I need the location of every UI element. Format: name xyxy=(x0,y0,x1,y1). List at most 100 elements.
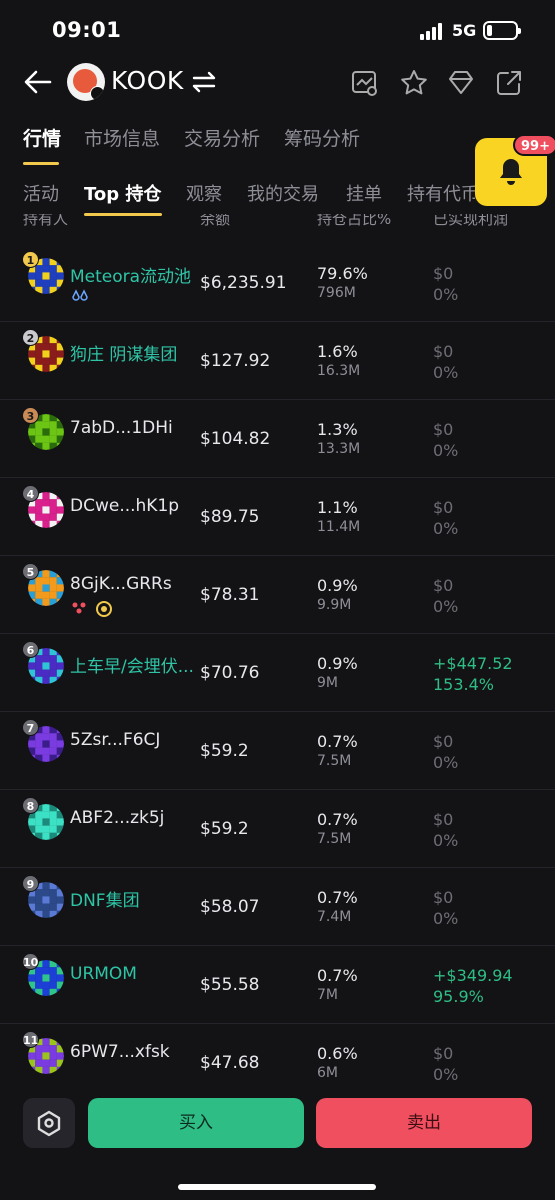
insider-group-icon xyxy=(72,601,112,617)
diamond-icon[interactable] xyxy=(446,68,476,98)
rank-badge: 11 xyxy=(22,1031,39,1048)
realized-profit-pct: 153.4% xyxy=(433,675,495,694)
tab-holding-tokens[interactable]: 持有代币 xyxy=(407,180,475,206)
buy-button[interactable]: 买入 xyxy=(88,1098,304,1148)
holder-name[interactable]: DCwe...hK1p xyxy=(70,496,200,516)
holder-row[interactable]: 8 ABF2...zk5j $59.2 0.7% 7.5M $0 0% xyxy=(0,790,555,868)
realized-profit: $0 xyxy=(433,1044,454,1063)
holder-token-amount: 7.5M xyxy=(317,831,352,847)
holder-share-pct: 0.7% xyxy=(317,966,358,985)
swap-icon[interactable] xyxy=(190,68,218,96)
rank-badge: 9 xyxy=(22,875,39,892)
tab-my-trades[interactable]: 我的交易 xyxy=(247,180,319,206)
hexagon-settings-icon xyxy=(37,1110,61,1137)
rank-badge: 3 xyxy=(22,407,39,424)
realized-profit-pct: 0% xyxy=(433,753,459,772)
realized-profit: +$349.94 xyxy=(433,966,513,985)
holder-name[interactable]: 6PW7...xfsk xyxy=(70,1042,200,1062)
realized-profit-pct: 0% xyxy=(433,519,459,538)
tab-chip-analysis[interactable]: 筹码分析 xyxy=(284,124,360,151)
realized-profit: $0 xyxy=(433,810,454,829)
holder-name[interactable]: 狗庄 阴谋集团 xyxy=(70,340,200,365)
holder-token-amount: 7.4M xyxy=(317,909,352,925)
holder-name[interactable]: 8GjK...GRRs xyxy=(70,574,200,594)
holder-balance: $47.68 xyxy=(200,1053,260,1073)
realized-profit: $0 xyxy=(433,888,454,907)
rank-badge: 8 xyxy=(22,797,39,814)
tab-orders[interactable]: 挂单 xyxy=(346,180,382,206)
holder-name[interactable]: ABF2...zk5j xyxy=(70,808,200,828)
realized-profit: $0 xyxy=(433,342,454,361)
tab-market[interactable]: 行情 xyxy=(23,124,61,151)
main-tab-indicator xyxy=(23,162,59,165)
holder-balance: $59.2 xyxy=(200,819,249,839)
tab-top-holders[interactable]: Top 持仓 xyxy=(84,180,161,206)
tab-activity[interactable]: 活动 xyxy=(23,180,59,206)
token-logo xyxy=(67,63,105,101)
holder-row[interactable]: 3 7abD...1DHi $104.82 1.3% 13.3M $0 0% xyxy=(0,400,555,478)
battery-icon xyxy=(483,21,521,40)
chart-view-icon[interactable] xyxy=(350,68,380,98)
holder-token-amount: 796M xyxy=(317,285,356,301)
rank-badge: 4 xyxy=(22,485,39,502)
star-icon[interactable] xyxy=(399,68,429,98)
holder-row[interactable]: 2 狗庄 阴谋集团 $127.92 1.6% 16.3M $0 0% xyxy=(0,322,555,400)
holder-name[interactable]: Meteora流动池 xyxy=(70,262,200,287)
holder-name[interactable]: 7abD...1DHi xyxy=(70,418,200,438)
realized-profit-pct: 0% xyxy=(433,285,459,304)
holder-balance: $89.75 xyxy=(200,507,260,527)
holder-row[interactable]: 1 Meteora流动池 $6,235.91 79.6% 796M $0 0% xyxy=(0,244,555,322)
holder-name[interactable]: 5Zsr...F6CJ xyxy=(70,730,200,750)
back-arrow-icon[interactable] xyxy=(22,66,54,98)
holder-token-amount: 6M xyxy=(317,1065,338,1081)
holder-token-amount: 9.9M xyxy=(317,597,352,613)
holder-name[interactable]: DNF集团 xyxy=(70,886,200,911)
holder-token-amount: 16.3M xyxy=(317,363,361,379)
tab-trade-analysis[interactable]: 交易分析 xyxy=(184,124,260,151)
status-time: 09:01 xyxy=(52,18,122,42)
realized-profit-pct: 0% xyxy=(433,441,459,460)
holder-balance: $58.07 xyxy=(200,897,260,917)
status-bar: 09:01 5G xyxy=(0,0,555,64)
holder-token-amount: 13.3M xyxy=(317,441,361,457)
holder-token-amount: 11.4M xyxy=(317,519,361,535)
holder-token-amount: 7M xyxy=(317,987,338,1003)
holder-name[interactable]: 上车早/会埋伏... xyxy=(70,652,200,677)
rank-badge: 7 xyxy=(22,719,39,736)
holder-balance: $104.82 xyxy=(200,429,271,449)
holder-share-pct: 0.7% xyxy=(317,810,358,829)
realized-profit: $0 xyxy=(433,732,454,751)
settings-button[interactable] xyxy=(23,1098,75,1148)
token-name: KOOK xyxy=(111,66,184,95)
holder-name[interactable]: URMOM xyxy=(70,964,200,984)
realized-profit-pct: 0% xyxy=(433,597,459,616)
bell-icon xyxy=(500,159,522,185)
holder-share-pct: 1.6% xyxy=(317,342,358,361)
liquidity-drops-icon xyxy=(72,289,88,301)
tab-market-info[interactable]: 市场信息 xyxy=(84,124,160,151)
holder-balance: $70.76 xyxy=(200,663,260,683)
holder-balance: $55.58 xyxy=(200,975,260,995)
holder-token-amount: 9M xyxy=(317,675,338,691)
action-bar: 买入 卖出 xyxy=(0,1090,555,1200)
holder-row[interactable]: 10 URMOM $55.58 0.7% 7M +$349.94 95.9% xyxy=(0,946,555,1024)
holder-row[interactable]: 4 DCwe...hK1p $89.75 1.1% 11.4M $0 0% xyxy=(0,478,555,556)
holder-row[interactable]: 7 5Zsr...F6CJ $59.2 0.7% 7.5M $0 0% xyxy=(0,712,555,790)
realized-profit: $0 xyxy=(433,264,454,283)
realized-profit-pct: 95.9% xyxy=(433,987,484,1006)
holder-row[interactable]: 6 上车早/会埋伏... $70.76 0.9% 9M +$447.52 153.4% xyxy=(0,634,555,712)
token-header: KOOK xyxy=(0,62,555,106)
holder-share-pct: 79.6% xyxy=(317,264,368,283)
realized-profit-pct: 0% xyxy=(433,831,459,850)
share-icon[interactable] xyxy=(494,68,524,98)
holder-row[interactable]: 11 6PW7...xfsk $47.68 0.6% 6M $0 0% xyxy=(0,1024,555,1084)
holder-row[interactable]: 9 DNF集团 $58.07 0.7% 7.4M $0 0% xyxy=(0,868,555,946)
sell-button[interactable]: 卖出 xyxy=(316,1098,532,1148)
realized-profit-pct: 0% xyxy=(433,909,459,928)
realized-profit: $0 xyxy=(433,498,454,517)
holder-share-pct: 0.9% xyxy=(317,654,358,673)
holder-row[interactable]: 5 8GjK...GRRs $78.31 0.9% 9.9M $0 0% xyxy=(0,556,555,634)
col-balance: 余额 xyxy=(200,214,231,228)
tab-watch[interactable]: 观察 xyxy=(186,180,222,206)
realized-profit-pct: 0% xyxy=(433,1065,459,1084)
